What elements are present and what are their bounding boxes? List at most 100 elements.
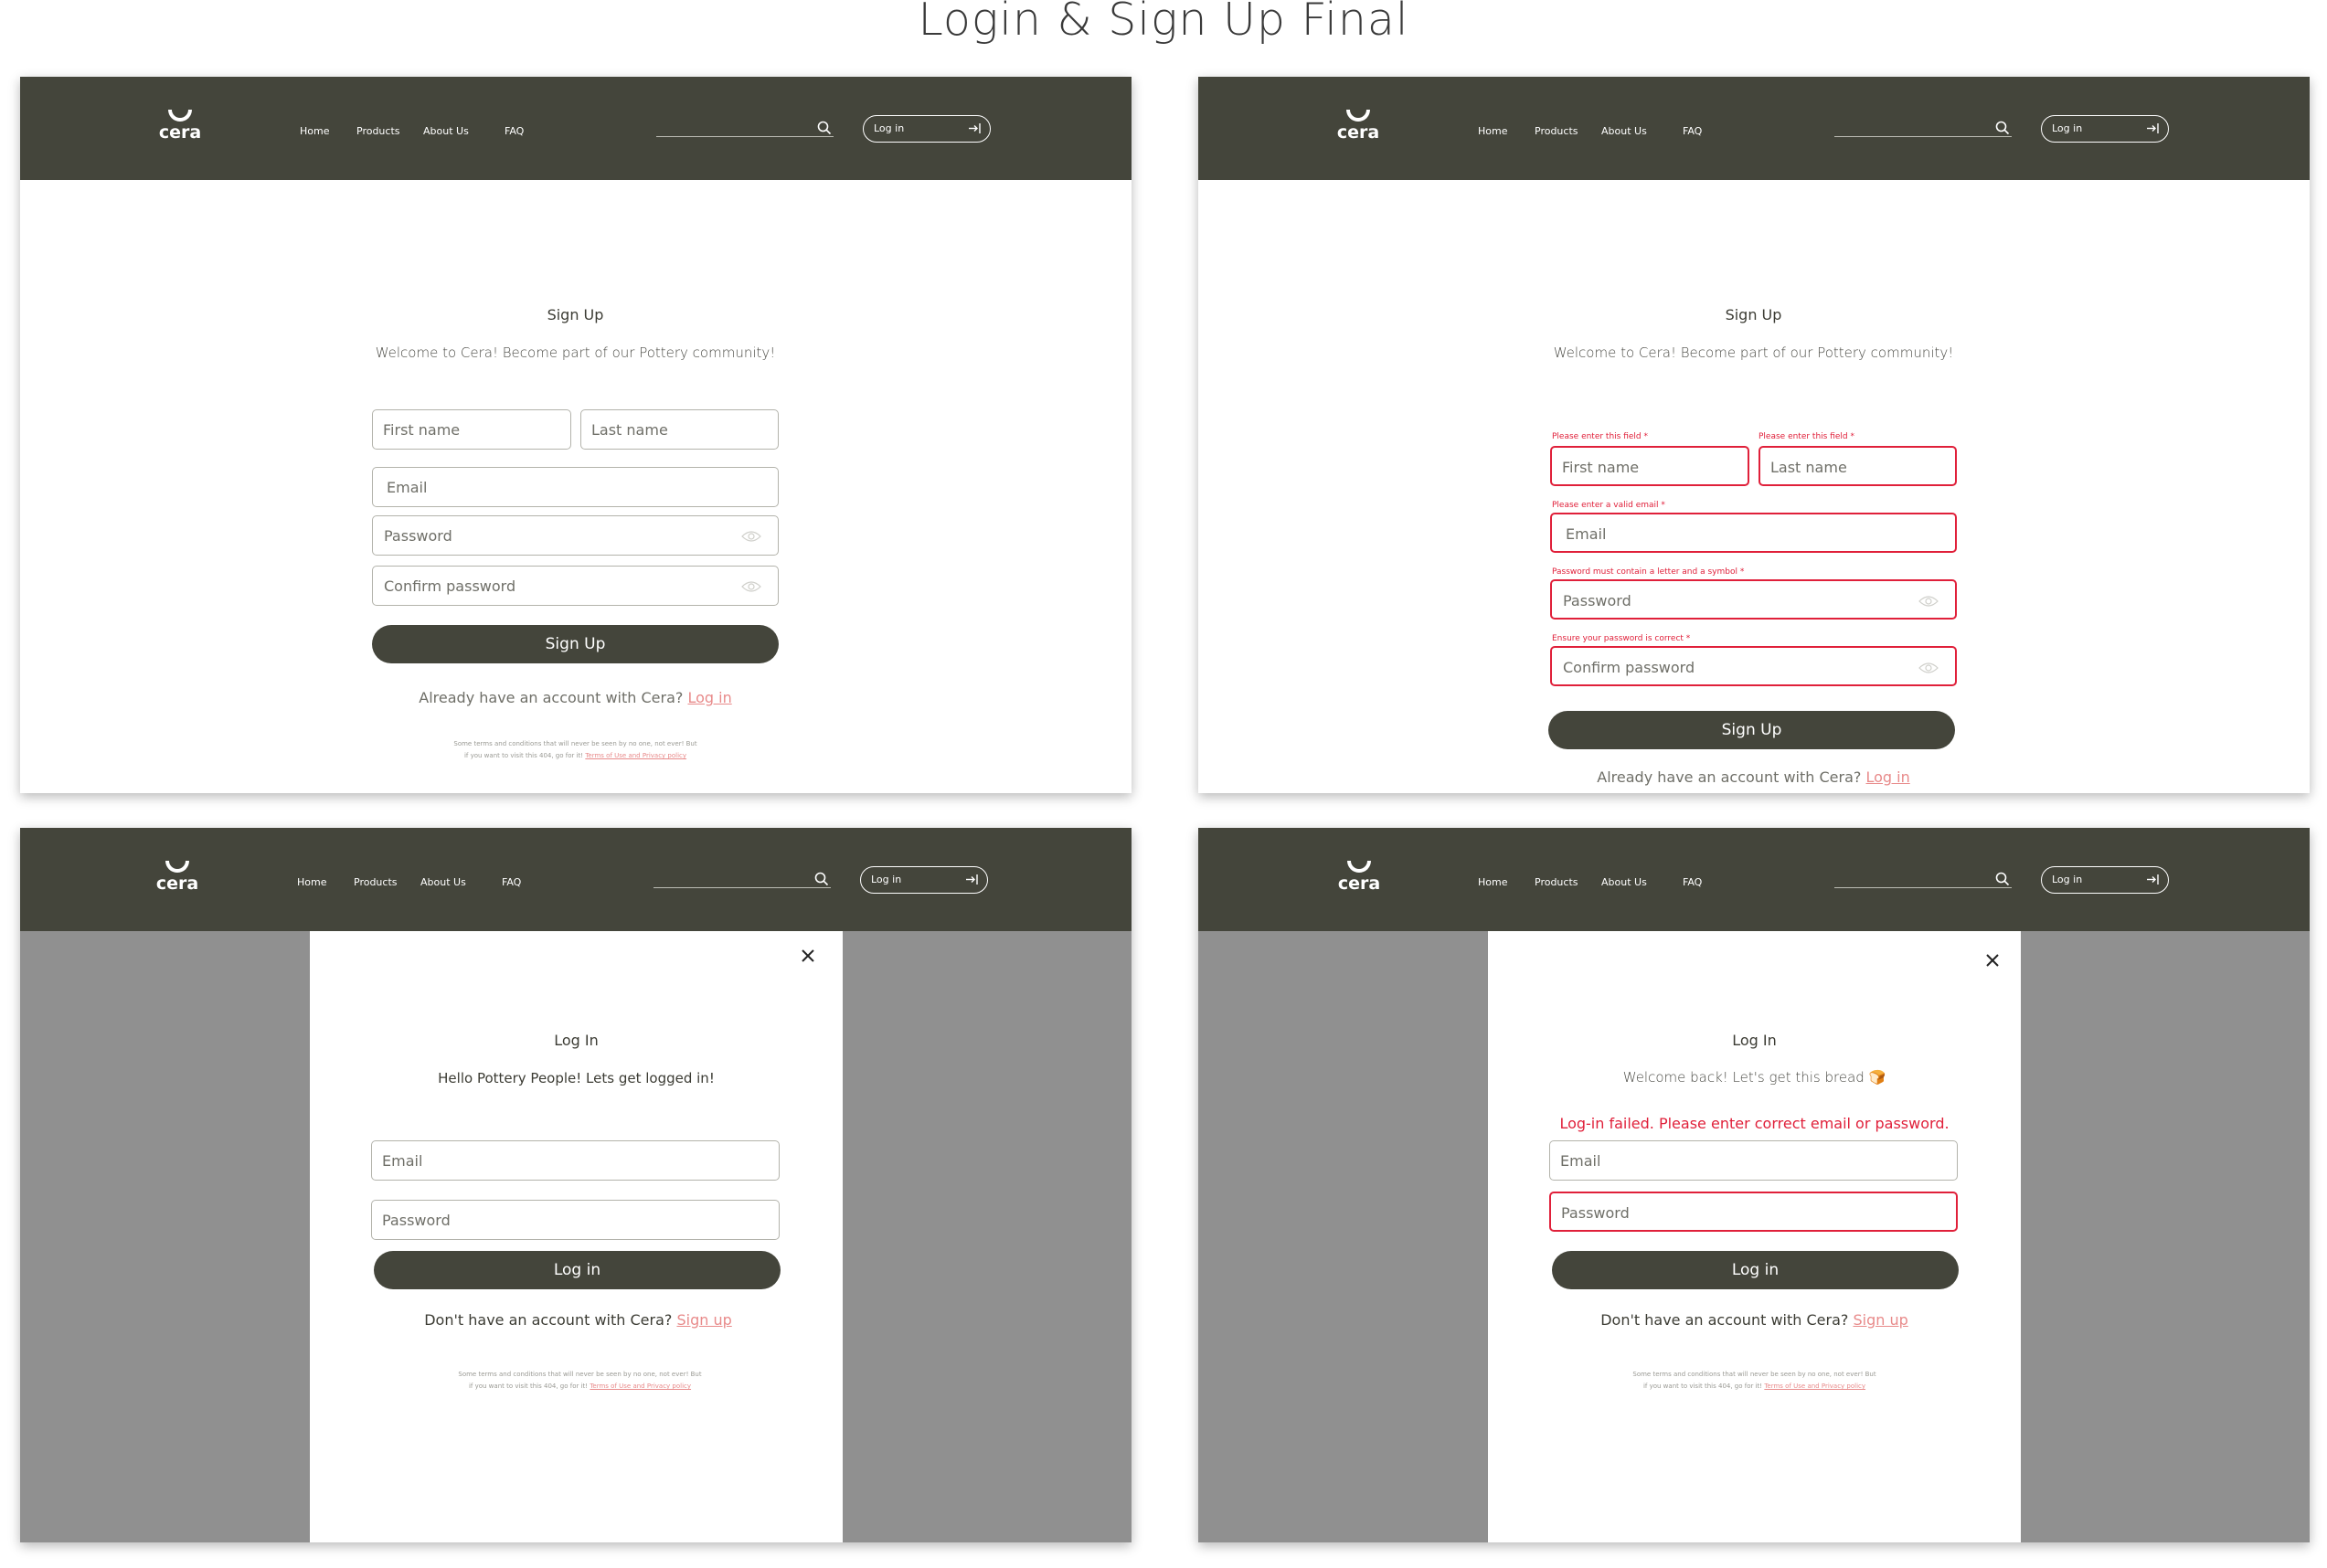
close-icon[interactable] xyxy=(801,948,815,963)
email-placeholder: Email xyxy=(387,479,428,496)
search-input[interactable] xyxy=(656,119,834,137)
nav-link-about-us[interactable]: About Us xyxy=(420,876,466,888)
confirm-password-field[interactable]: Confirm password xyxy=(1550,646,1957,686)
email-field[interactable]: Email xyxy=(1550,513,1957,553)
nav-link-products[interactable]: Products xyxy=(354,876,398,888)
first-name-placeholder: First name xyxy=(1562,459,1640,476)
search-icon[interactable] xyxy=(817,121,832,135)
nav-link-about-us[interactable]: About Us xyxy=(1601,876,1647,888)
confirm-password-placeholder: Confirm password xyxy=(384,577,516,595)
login-arrow-icon xyxy=(2147,874,2159,885)
sign-up-link[interactable]: Sign up xyxy=(1853,1311,1907,1329)
last-name-placeholder: Last name xyxy=(591,421,668,439)
eye-icon[interactable] xyxy=(741,530,761,543)
nav-link-faq[interactable]: FAQ xyxy=(1683,125,1702,137)
eye-icon[interactable] xyxy=(1918,662,1939,674)
nav-link-faq[interactable]: FAQ xyxy=(505,125,524,137)
nav-link-faq[interactable]: FAQ xyxy=(1683,876,1702,888)
cera-logo[interactable]: cera xyxy=(154,861,200,894)
search-icon[interactable] xyxy=(814,872,829,886)
signup-form: Sign Up Welcome to Cera! Become part of … xyxy=(372,180,779,793)
modal-title: Log In xyxy=(554,1032,599,1049)
nav-link-products[interactable]: Products xyxy=(1535,876,1578,888)
nav-login-button[interactable]: Log in xyxy=(2041,866,2169,894)
login-arrow-icon xyxy=(969,123,981,133)
search-input[interactable] xyxy=(653,870,831,888)
password-field[interactable]: Password xyxy=(371,1200,780,1240)
search-input[interactable] xyxy=(1834,119,2012,137)
modal-backdrop[interactable] xyxy=(843,931,1132,1542)
password-placeholder: Password xyxy=(1563,592,1631,609)
modal-backdrop[interactable] xyxy=(2021,931,2310,1542)
nav-link-home[interactable]: Home xyxy=(300,125,329,137)
form-subtitle: Welcome to Cera! Become part of our Pott… xyxy=(375,344,776,361)
legal-text: Some terms and conditions that will neve… xyxy=(1488,1369,2021,1393)
modal-title: Log In xyxy=(1732,1032,1777,1049)
confirm-password-field[interactable]: Confirm password xyxy=(372,566,779,606)
modal-backdrop[interactable] xyxy=(20,931,310,1542)
nav-link-products[interactable]: Products xyxy=(1535,125,1578,137)
signup-form: Sign Up Welcome to Cera! Become part of … xyxy=(1548,180,1957,793)
confirm-password-error: Ensure your password is correct * xyxy=(1552,634,1691,643)
password-placeholder: Password xyxy=(1561,1204,1630,1222)
login-link[interactable]: Log in xyxy=(687,689,731,706)
password-field[interactable]: Password xyxy=(1549,1192,1958,1232)
search-icon[interactable] xyxy=(1995,872,2010,886)
login-modal: Log In Welcome back! Let's get this brea… xyxy=(1488,931,2021,1542)
nav-link-products[interactable]: Products xyxy=(356,125,400,137)
terms-link[interactable]: Terms of Use and Privacy policy xyxy=(590,1383,691,1390)
email-field[interactable]: Email xyxy=(371,1140,780,1181)
modal-backdrop[interactable] xyxy=(1198,931,1488,1542)
nav-login-button[interactable]: Log in xyxy=(863,115,991,143)
sign-up-button[interactable]: Sign Up xyxy=(372,625,779,663)
password-placeholder: Password xyxy=(384,527,452,545)
log-in-button[interactable]: Log in xyxy=(374,1251,781,1289)
eye-icon[interactable] xyxy=(1918,595,1939,608)
legal-line-1: Some terms and conditions that will neve… xyxy=(458,1371,702,1378)
terms-link[interactable]: Terms of Use and Privacy policy xyxy=(585,752,686,759)
login-arrow-icon xyxy=(966,874,978,885)
cera-logo[interactable]: cera xyxy=(1336,861,1382,894)
board-title: Login & Sign Up Final xyxy=(918,0,1409,46)
no-account-line: Don't have an account with Cera? Sign up xyxy=(312,1311,845,1329)
logo-smile-icon xyxy=(168,110,192,122)
email-field[interactable]: Email xyxy=(372,467,779,507)
last-name-field[interactable]: Last name xyxy=(580,409,779,450)
first-name-field[interactable]: First name xyxy=(372,409,571,450)
eye-icon[interactable] xyxy=(741,580,761,593)
nav-link-home[interactable]: Home xyxy=(1478,125,1507,137)
password-error: Password must contain a letter and a sym… xyxy=(1552,567,1745,577)
cera-logo[interactable]: cera xyxy=(157,110,203,143)
sign-up-button[interactable]: Sign Up xyxy=(1548,711,1955,749)
last-name-field[interactable]: Last name xyxy=(1759,446,1957,486)
cera-logo[interactable]: cera xyxy=(1335,110,1381,143)
login-screen-error: cera Home Products About Us FAQ Log in L… xyxy=(1198,828,2310,1542)
close-icon[interactable] xyxy=(1985,953,2000,968)
nav-link-about-us[interactable]: About Us xyxy=(423,125,469,137)
nav-login-button[interactable]: Log in xyxy=(860,866,988,894)
password-placeholder: Password xyxy=(382,1212,451,1229)
nav-link-faq[interactable]: FAQ xyxy=(502,876,521,888)
have-account-text: Already have an account with Cera? xyxy=(1597,768,1862,786)
nav-link-about-us[interactable]: About Us xyxy=(1601,125,1647,137)
log-in-button[interactable]: Log in xyxy=(1552,1251,1959,1289)
terms-link[interactable]: Terms of Use and Privacy policy xyxy=(1764,1383,1865,1390)
password-field[interactable]: Password xyxy=(1550,579,1957,620)
logo-text: cera xyxy=(158,122,202,143)
nav-link-home[interactable]: Home xyxy=(1478,876,1507,888)
no-account-text: Don't have an account with Cera? xyxy=(424,1311,673,1329)
nav-login-button[interactable]: Log in xyxy=(2041,115,2169,143)
search-input[interactable] xyxy=(1834,870,2012,888)
logo-text: cera xyxy=(1336,122,1380,143)
login-link[interactable]: Log in xyxy=(1865,768,1909,786)
sign-up-link[interactable]: Sign up xyxy=(676,1311,731,1329)
email-field[interactable]: Email xyxy=(1549,1140,1958,1181)
password-field[interactable]: Password xyxy=(372,515,779,556)
search-icon[interactable] xyxy=(1995,121,2010,135)
signup-screen-errors: cera Home Products About Us FAQ Log in S… xyxy=(1198,77,2310,793)
legal-line-1: Some terms and conditions that will neve… xyxy=(1632,1371,1876,1378)
legal-line-2: if you want to visit this 404, go for it… xyxy=(468,1383,589,1390)
nav-link-home[interactable]: Home xyxy=(297,876,326,888)
first-name-field[interactable]: First name xyxy=(1550,446,1749,486)
legal-line-2: if you want to visit this 404, go for it… xyxy=(463,752,584,759)
